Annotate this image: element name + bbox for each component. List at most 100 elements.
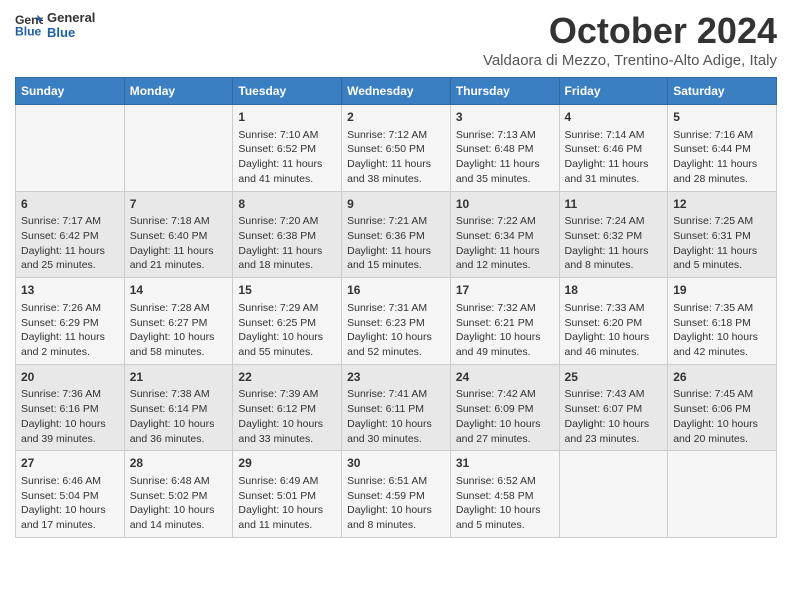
day-number: 20 [21,369,119,386]
day-info-line: Daylight: 11 hours and 12 minutes. [456,244,554,273]
day-info-line: Sunrise: 7:10 AM [238,128,336,143]
calendar-week-row: 6Sunrise: 7:17 AMSunset: 6:42 PMDaylight… [16,191,777,278]
day-info-line: Daylight: 10 hours and 27 minutes. [456,417,554,446]
svg-text:Blue: Blue [15,24,42,38]
calendar-cell: 21Sunrise: 7:38 AMSunset: 6:14 PMDayligh… [124,364,233,451]
calendar-cell: 7Sunrise: 7:18 AMSunset: 6:40 PMDaylight… [124,191,233,278]
day-info-line: Sunset: 5:04 PM [21,489,119,504]
day-info-line: Sunset: 6:16 PM [21,402,119,417]
page-header: General Blue General Blue October 2024 V… [15,10,777,69]
day-info-line: Sunrise: 7:16 AM [673,128,771,143]
calendar-cell [16,105,125,192]
day-number: 2 [347,109,445,126]
calendar-cell: 24Sunrise: 7:42 AMSunset: 6:09 PMDayligh… [450,364,559,451]
calendar-body: 1Sunrise: 7:10 AMSunset: 6:52 PMDaylight… [16,105,777,538]
day-number: 15 [238,282,336,299]
day-info-line: Daylight: 11 hours and 28 minutes. [673,157,771,186]
day-info-line: Sunrise: 7:36 AM [21,387,119,402]
day-info-line: Daylight: 10 hours and 8 minutes. [347,503,445,532]
day-info-line: Daylight: 10 hours and 17 minutes. [21,503,119,532]
day-number: 13 [21,282,119,299]
day-info-line: Sunset: 6:48 PM [456,142,554,157]
day-info-line: Sunrise: 7:13 AM [456,128,554,143]
calendar-cell [668,451,777,538]
day-info-line: Daylight: 11 hours and 15 minutes. [347,244,445,273]
day-info-line: Sunrise: 7:20 AM [238,214,336,229]
day-header-monday: Monday [124,78,233,105]
month-title: October 2024 [483,10,777,52]
day-header-tuesday: Tuesday [233,78,342,105]
calendar-week-row: 1Sunrise: 7:10 AMSunset: 6:52 PMDaylight… [16,105,777,192]
day-number: 12 [673,196,771,213]
day-info-line: Daylight: 10 hours and 39 minutes. [21,417,119,446]
calendar-cell [124,105,233,192]
calendar-cell: 31Sunrise: 6:52 AMSunset: 4:58 PMDayligh… [450,451,559,538]
day-info-line: Daylight: 10 hours and 55 minutes. [238,330,336,359]
calendar-cell: 14Sunrise: 7:28 AMSunset: 6:27 PMDayligh… [124,278,233,365]
day-info-line: Sunset: 6:34 PM [456,229,554,244]
calendar-cell: 13Sunrise: 7:26 AMSunset: 6:29 PMDayligh… [16,278,125,365]
day-info-line: Sunrise: 6:46 AM [21,474,119,489]
day-info-line: Sunrise: 7:38 AM [130,387,228,402]
day-number: 29 [238,455,336,472]
day-number: 22 [238,369,336,386]
day-info-line: Daylight: 11 hours and 18 minutes. [238,244,336,273]
location-subtitle: Valdaora di Mezzo, Trentino-Alto Adige, … [483,52,777,69]
day-info-line: Sunrise: 7:33 AM [565,301,663,316]
day-info-line: Sunrise: 6:48 AM [130,474,228,489]
day-number: 17 [456,282,554,299]
day-info-line: Daylight: 10 hours and 5 minutes. [456,503,554,532]
day-info-line: Sunrise: 7:26 AM [21,301,119,316]
day-number: 23 [347,369,445,386]
day-info-line: Sunrise: 7:28 AM [130,301,228,316]
day-info-line: Sunrise: 6:49 AM [238,474,336,489]
day-info-line: Sunrise: 7:14 AM [565,128,663,143]
day-info-line: Sunset: 6:09 PM [456,402,554,417]
calendar-cell: 3Sunrise: 7:13 AMSunset: 6:48 PMDaylight… [450,105,559,192]
day-info-line: Sunrise: 7:41 AM [347,387,445,402]
day-info-line: Daylight: 11 hours and 2 minutes. [21,330,119,359]
day-info-line: Sunset: 6:32 PM [565,229,663,244]
day-info-line: Daylight: 11 hours and 35 minutes. [456,157,554,186]
logo-line1: General [47,10,95,25]
day-info-line: Sunset: 6:07 PM [565,402,663,417]
day-info-line: Sunrise: 7:31 AM [347,301,445,316]
day-number: 27 [21,455,119,472]
day-info-line: Sunset: 6:50 PM [347,142,445,157]
day-number: 10 [456,196,554,213]
day-info-line: Daylight: 10 hours and 58 minutes. [130,330,228,359]
day-number: 11 [565,196,663,213]
day-number: 1 [238,109,336,126]
day-info-line: Daylight: 11 hours and 5 minutes. [673,244,771,273]
day-info-line: Sunrise: 7:22 AM [456,214,554,229]
calendar-cell: 4Sunrise: 7:14 AMSunset: 6:46 PMDaylight… [559,105,668,192]
day-info-line: Sunset: 6:11 PM [347,402,445,417]
day-info-line: Sunset: 6:40 PM [130,229,228,244]
day-info-line: Daylight: 10 hours and 30 minutes. [347,417,445,446]
day-number: 6 [21,196,119,213]
day-header-saturday: Saturday [668,78,777,105]
day-number: 4 [565,109,663,126]
calendar-cell: 10Sunrise: 7:22 AMSunset: 6:34 PMDayligh… [450,191,559,278]
day-number: 30 [347,455,445,472]
day-info-line: Sunset: 6:46 PM [565,142,663,157]
day-info-line: Sunrise: 7:24 AM [565,214,663,229]
calendar-cell: 6Sunrise: 7:17 AMSunset: 6:42 PMDaylight… [16,191,125,278]
day-info-line: Daylight: 10 hours and 33 minutes. [238,417,336,446]
day-number: 26 [673,369,771,386]
day-info-line: Sunset: 6:12 PM [238,402,336,417]
calendar-cell: 17Sunrise: 7:32 AMSunset: 6:21 PMDayligh… [450,278,559,365]
logo: General Blue General Blue [15,10,95,40]
day-header-friday: Friday [559,78,668,105]
day-number: 5 [673,109,771,126]
day-number: 19 [673,282,771,299]
day-info-line: Sunrise: 6:52 AM [456,474,554,489]
day-number: 28 [130,455,228,472]
day-number: 18 [565,282,663,299]
day-info-line: Daylight: 10 hours and 20 minutes. [673,417,771,446]
calendar-week-row: 20Sunrise: 7:36 AMSunset: 6:16 PMDayligh… [16,364,777,451]
calendar-cell: 1Sunrise: 7:10 AMSunset: 6:52 PMDaylight… [233,105,342,192]
day-info-line: Sunset: 6:14 PM [130,402,228,417]
day-number: 7 [130,196,228,213]
day-info-line: Sunrise: 7:18 AM [130,214,228,229]
